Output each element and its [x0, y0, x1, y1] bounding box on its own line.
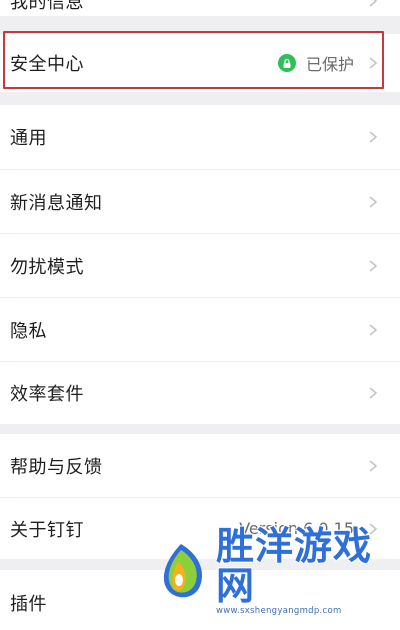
leaf-logo-icon: [163, 543, 202, 597]
watermark-title: 胜洋游戏网: [216, 523, 373, 608]
settings-row-do-not-disturb[interactable]: 勿扰模式: [0, 234, 400, 297]
settings-row-new-message-notifications[interactable]: 新消息通知: [0, 170, 400, 233]
settings-row-help-feedback[interactable]: 帮助与反馈: [0, 434, 400, 497]
productivity-suite-label: 效率套件: [10, 384, 84, 405]
my-info-label: 我的信息: [10, 0, 84, 13]
security-center-label: 安全中心: [10, 54, 84, 75]
do-not-disturb-label: 勿扰模式: [10, 256, 84, 278]
help-feedback-label: 帮助与反馈: [10, 456, 103, 478]
settings-row-privacy[interactable]: 隐私: [0, 298, 400, 361]
settings-row-general[interactable]: 通用: [0, 105, 400, 169]
chevron-right-icon: [366, 323, 380, 337]
privacy-label: 隐私: [10, 320, 47, 342]
chevron-right-icon: [366, 386, 380, 400]
chevron-right-icon: [366, 459, 380, 473]
settings-row-security-center[interactable]: 安全中心 已保护: [0, 34, 400, 92]
settings-row-productivity-suite[interactable]: 效率套件: [0, 362, 400, 424]
chevron-right-icon: [366, 195, 380, 209]
watermark-url: www.sxshengyangmdp.com: [216, 605, 342, 616]
watermark: 胜洋游戏网 www.sxshengyangmdp.com: [150, 526, 400, 616]
security-status-text: 已保护: [305, 55, 354, 74]
chevron-right-icon: [366, 56, 380, 70]
chevron-right-icon: [366, 130, 380, 144]
settings-row-my-info[interactable]: 我的信息: [0, 0, 400, 16]
shield-lock-icon: [277, 54, 296, 72]
general-label: 通用: [10, 128, 47, 149]
new-message-notifications-label: 新消息通知: [10, 192, 103, 214]
chevron-right-icon: [366, 0, 380, 8]
chevron-right-icon: [366, 259, 380, 273]
